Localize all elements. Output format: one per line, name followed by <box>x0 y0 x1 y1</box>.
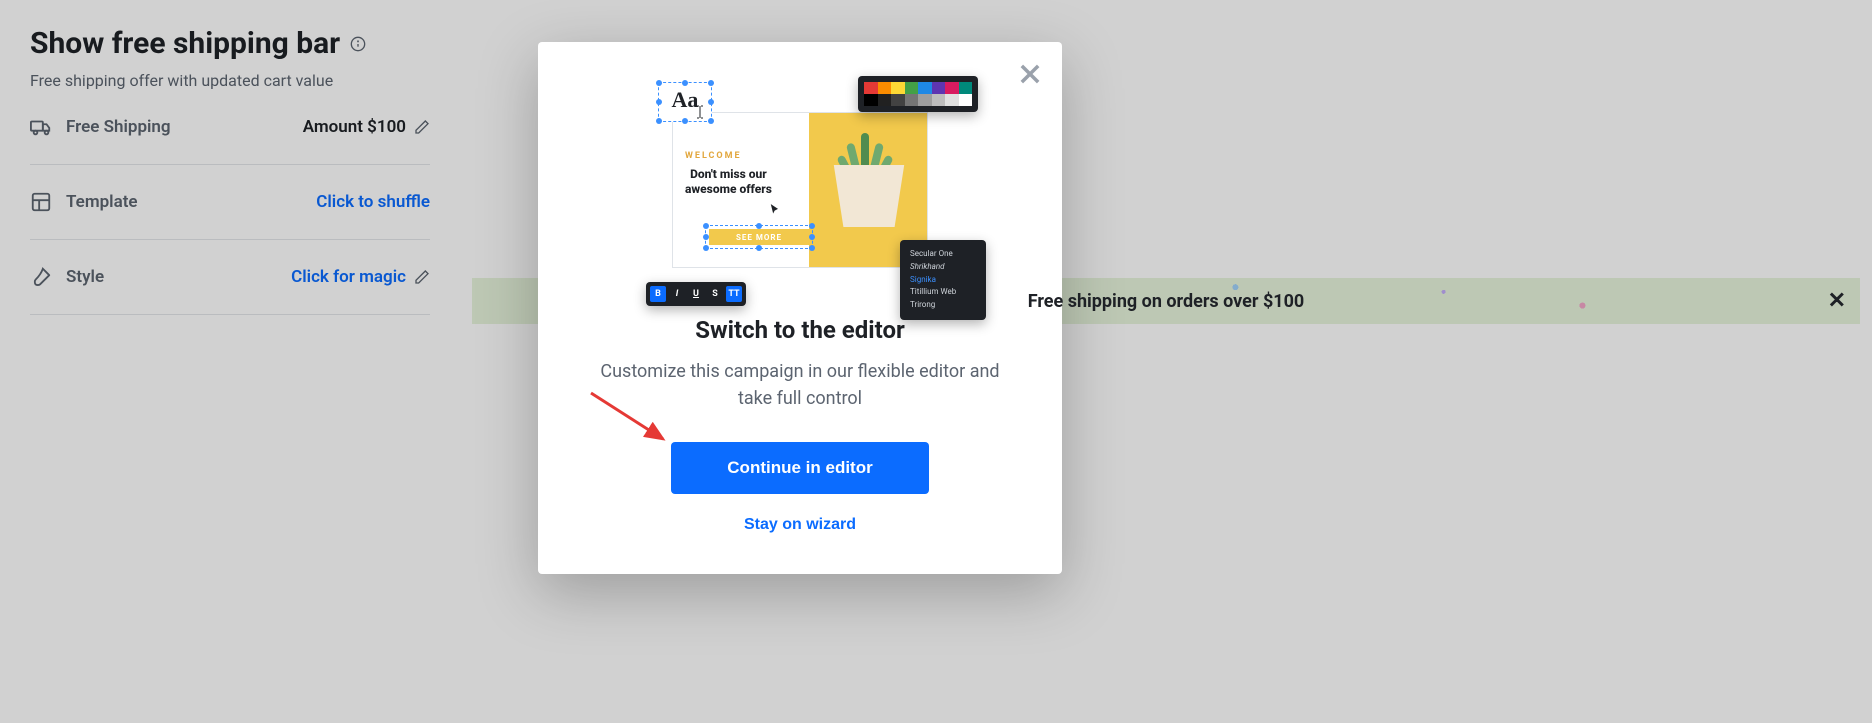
text-cursor-icon <box>695 105 705 119</box>
close-icon[interactable]: ✕ <box>1828 289 1846 314</box>
textcase-button: TT <box>726 286 742 302</box>
illus-welcome: WELCOME <box>685 151 742 161</box>
illus-text-selection: Aa <box>658 82 712 122</box>
editor-illustration: WELCOME Don't miss ourawesome offers SEE… <box>650 82 950 292</box>
illus-button-selection: SEE MORE <box>705 225 813 249</box>
shipping-bar-text: Free shipping on orders over $100 <box>1028 291 1305 312</box>
modal-title: Switch to the editor <box>574 316 1026 344</box>
cursor-icon <box>768 202 784 218</box>
font-option: Secular One <box>910 248 976 261</box>
font-option: Titillium Web <box>910 286 976 299</box>
italic-button: I <box>669 286 685 302</box>
font-option: Trirong <box>910 299 976 312</box>
switch-to-editor-modal: WELCOME Don't miss ourawesome offers SEE… <box>538 42 1062 574</box>
font-option: Signika <box>910 274 976 287</box>
strike-button: S <box>707 286 723 302</box>
stay-on-wizard-button[interactable]: Stay on wizard <box>744 516 856 534</box>
bold-button: B <box>650 286 666 302</box>
close-icon[interactable] <box>1016 60 1044 88</box>
modal-body: Customize this campaign in our flexible … <box>574 358 1026 412</box>
font-option: Shrikhand <box>910 261 976 274</box>
format-toolbar: B I U S TT <box>646 282 746 306</box>
font-menu: Secular One Shrikhand Signika Titillium … <box>900 240 986 320</box>
underline-button: U <box>688 286 704 302</box>
illus-headline: Don't miss ourawesome offers <box>685 167 772 197</box>
illus-button: SEE MORE <box>709 229 809 245</box>
continue-in-editor-button[interactable]: Continue in editor <box>671 442 929 494</box>
color-palette <box>858 76 978 112</box>
